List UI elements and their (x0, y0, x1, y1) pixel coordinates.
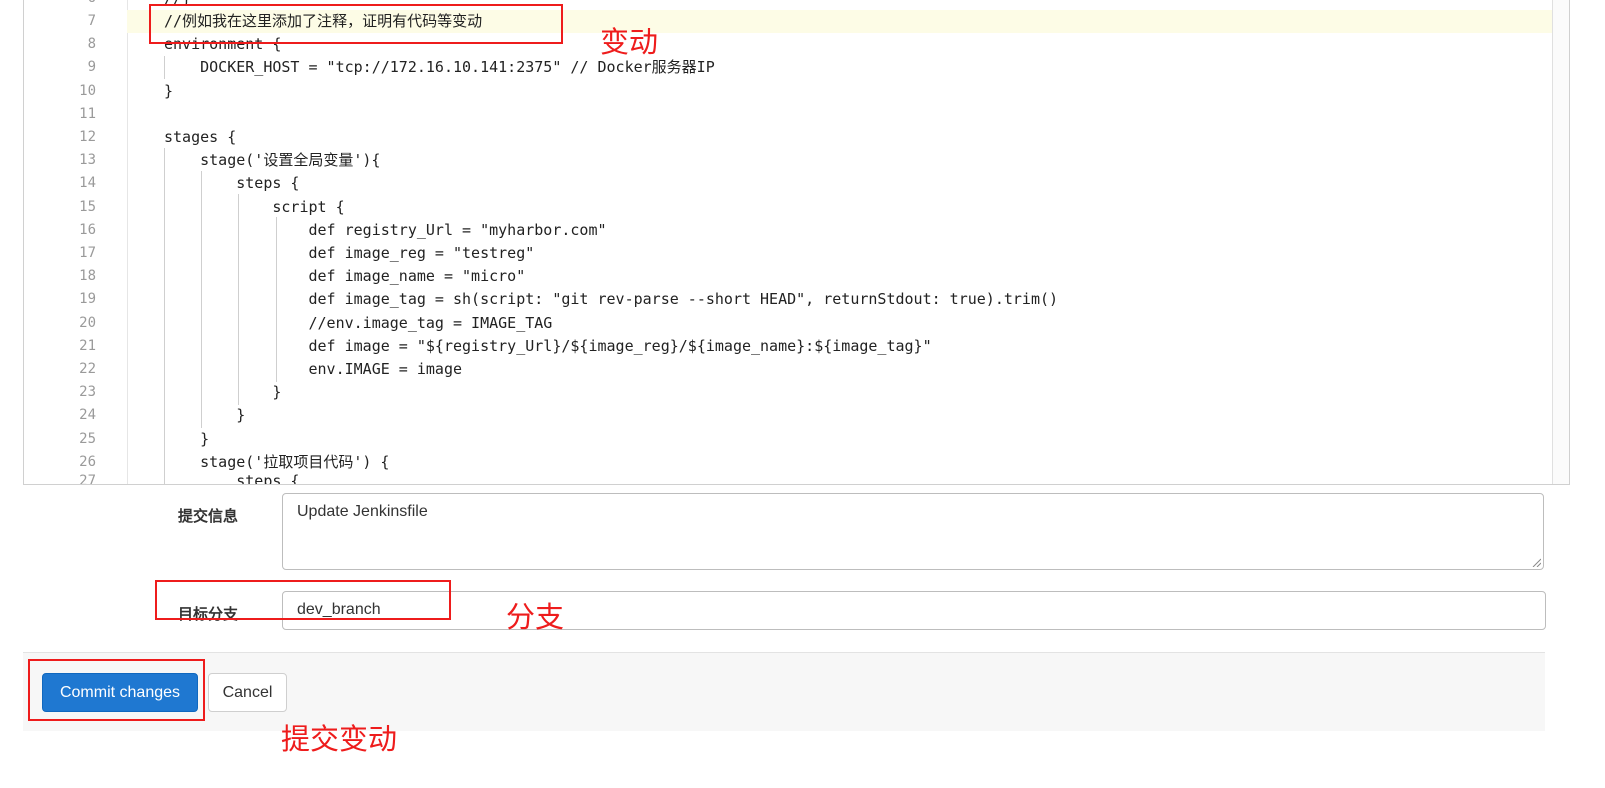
line-number: 24 (79, 407, 96, 423)
cancel-button[interactable]: Cancel (208, 673, 287, 712)
annotation-change-text: 变动 (600, 25, 659, 59)
code-line[interactable]: stages { (164, 126, 236, 149)
line-number: 8 (87, 36, 96, 52)
code-line[interactable]: stage('拉取项目代码') { (164, 451, 389, 474)
code-line[interactable]: steps { (164, 172, 299, 195)
line-number: 14 (79, 175, 96, 191)
code-line[interactable]: def registry_Url = "myharbor.com" (164, 219, 606, 242)
line-number: 26 (79, 454, 96, 470)
line-number: 10 (79, 83, 96, 99)
line-number: 21 (79, 338, 96, 354)
code-editor[interactable]: 6 //} 27 steps { 7//例如我在这里添加了注释，证明有代码等变动… (23, 0, 1570, 485)
code-line[interactable]: def image_tag = sh(script: "git rev-pars… (164, 288, 1058, 311)
annotation-box-branch (155, 580, 451, 620)
annotation-box-change (149, 4, 563, 44)
line-number: 18 (79, 268, 96, 284)
line-number: 25 (79, 431, 96, 447)
line-number: 17 (79, 245, 96, 261)
code-line[interactable]: def image = "${registry_Url}/${image_reg… (164, 335, 931, 358)
target-branch-input[interactable]: dev_branch (282, 591, 1546, 630)
line-number: 7 (87, 13, 96, 29)
line-number: 13 (79, 152, 96, 168)
line-number: 20 (79, 315, 96, 331)
code-line[interactable]: } (164, 404, 245, 427)
annotation-commit-text: 提交变动 (281, 722, 398, 756)
line-number: 11 (79, 106, 96, 122)
code-line[interactable]: def image_name = "micro" (164, 265, 525, 288)
commit-message-textarea[interactable]: Update Jenkinsfile (282, 493, 1544, 570)
line-number: 16 (79, 222, 96, 238)
commit-message-value: Update Jenkinsfile (297, 503, 428, 520)
editor-vertical-scrollbar[interactable] (1552, 0, 1569, 484)
code-line[interactable]: } (164, 80, 173, 103)
line-number: 23 (79, 384, 96, 400)
code-line[interactable]: //env.image_tag = IMAGE_TAG (164, 312, 552, 335)
code-line[interactable]: def image_reg = "testreg" (164, 242, 534, 265)
line-number: 9 (87, 59, 96, 75)
line-number: 22 (79, 361, 96, 377)
commit-message-label: 提交信息 (178, 507, 239, 525)
resize-grip-icon[interactable] (1531, 557, 1541, 567)
code-line[interactable]: env.IMAGE = image (164, 358, 462, 381)
annotation-box-commit (28, 659, 205, 721)
line-number: 6 (24, 0, 96, 10)
annotation-branch-text: 分支 (506, 600, 565, 634)
code-line[interactable]: script { (164, 196, 344, 219)
code-line[interactable]: } (164, 428, 209, 451)
line-number: 15 (79, 199, 96, 215)
line-number: 12 (79, 129, 96, 145)
code-line[interactable]: stage('设置全局变量'){ (164, 149, 380, 172)
line-number: 19 (79, 291, 96, 307)
code-line[interactable]: } (164, 381, 281, 404)
